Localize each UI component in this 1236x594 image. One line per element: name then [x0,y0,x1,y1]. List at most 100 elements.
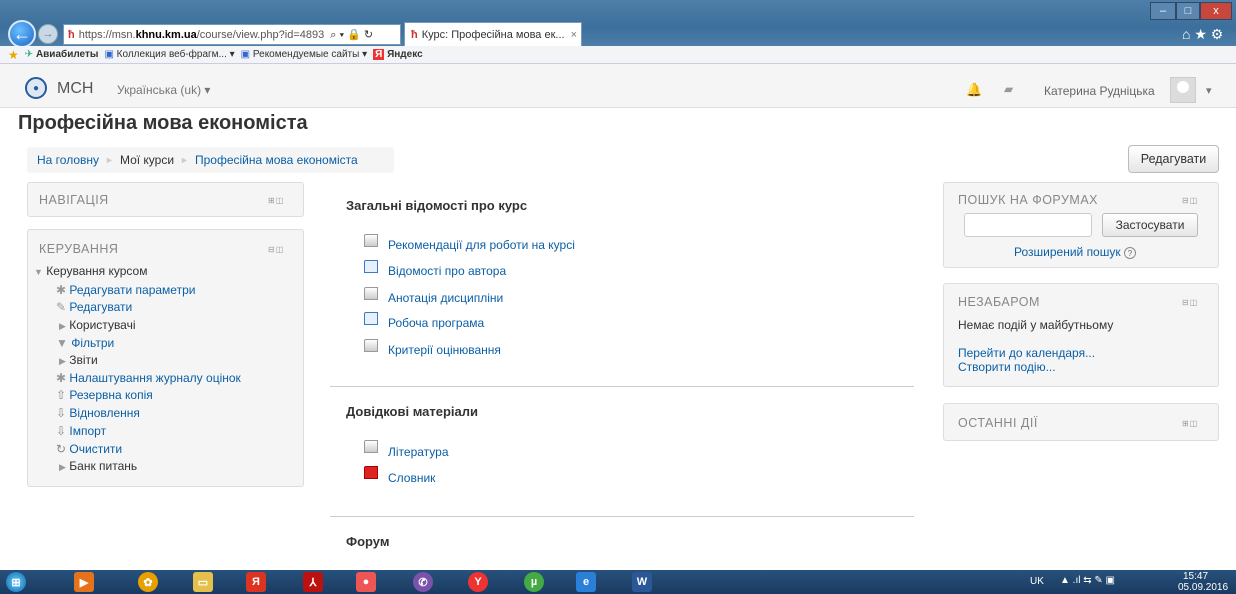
reset-icon: ↻ [56,442,67,456]
url-domain: khnu.km.ua [135,28,197,41]
taskbar [0,570,1236,594]
forward-arrow-icon[interactable]: → [38,24,58,44]
acrobat-icon[interactable]: ⅄ [303,572,323,592]
yandex-icon: Я [373,49,385,60]
activity-link[interactable]: Словник [388,471,435,485]
activity-link[interactable]: Робоча програма [388,316,484,330]
plane-icon: ✈ [24,49,34,60]
forum-search-input[interactable] [964,213,1092,237]
start-button-icon[interactable]: ⊞ [6,572,26,592]
activity-link[interactable]: Анотація дисципліни [388,291,503,305]
admin-item-filters[interactable]: ▼ Фільтри [56,336,114,350]
recent-activity-title[interactable]: ОСТАННІ ДІЇ [958,416,1038,430]
fav-item-yandex[interactable]: Я Яндекс [373,49,423,60]
fav-item-webslices[interactable]: ▣ Коллекция веб-фрагм... ▾ [104,49,234,60]
user-name[interactable]: Катерина Рудніцька [1044,84,1155,98]
administration-block-title: КЕРУВАННЯ [39,242,119,256]
browser-toolbar-icons[interactable]: ⌂ ★ ⚙ [1182,26,1223,43]
maximize-button[interactable]: □ [1176,2,1200,20]
admin-root-item[interactable]: ▼ Керування курсом [34,264,147,278]
tab-course[interactable]: ћ Курс: Професійна мова ек... × [404,22,582,46]
admin-item-edit[interactable]: ✎ Редагувати [56,300,132,314]
address-controls[interactable]: ⌕ ▾ 🔒 ↻ [330,28,373,42]
admin-item-question-bank[interactable]: ▶ Банк питань [59,459,137,473]
site-logo[interactable]: ● [25,77,47,99]
block-controls-icon[interactable]: ⊞◫ [268,196,292,206]
file-explorer-icon[interactable]: ▭ [193,572,213,592]
word-icon[interactable]: W [632,572,652,592]
block-controls-icon[interactable]: ⊟◫ [1182,196,1206,206]
activity-link[interactable]: Критерії оцінювання [388,343,501,357]
edit-button[interactable]: Редагувати [1128,145,1219,173]
language-indicator[interactable]: UK [1030,576,1044,587]
media-player-icon[interactable]: ▶ [74,572,94,592]
language-menu[interactable]: Українська (uk) ▾ [117,83,210,97]
activity-link[interactable]: Відомості про автора [388,264,506,278]
admin-item-settings[interactable]: ✱ Редагувати параметри [56,283,195,297]
favicon-icon: ћ [68,28,75,41]
go-to-calendar-link[interactable]: Перейти до календаря... [958,346,1095,360]
forum-search-button[interactable]: Застосувати [1102,213,1198,237]
new-event-link[interactable]: Створити подію... [958,360,1056,374]
forum-search-block: ПОШУК НА ФОРУМАХ ⊟◫ Застосувати Розширен… [943,182,1219,268]
viber-icon[interactable]: ✆ [413,572,433,592]
admin-item-reset[interactable]: ↻ Очистити [56,442,122,456]
section-title: Довідкові матеріали [346,404,479,419]
activity-link[interactable]: Література [388,445,449,459]
user-menu-caret[interactable]: ▾ [1206,84,1212,97]
upcoming-events-block: НЕЗАБАРОМ ⊟◫ Немає подій у майбутньому П… [943,283,1219,387]
ie-page-icon: ▣ [240,49,251,60]
system-tray-icons[interactable]: ▲ .ıl ⇆ ✎ ▣ [1060,575,1115,586]
yandex-browser-icon[interactable]: Я [246,572,266,592]
section-title: Загальні відомості про курс [346,198,528,213]
address-bar[interactable]: ћ https://msn. khnu.km.ua/course/view.php… [63,24,401,45]
internet-explorer-icon[interactable]: e [576,572,596,592]
breadcrumb-course[interactable]: Професійна мова економіста [195,153,358,167]
yandex-icon[interactable]: Y [468,572,488,592]
breadcrumb-my-courses[interactable]: Мої курси [120,153,174,167]
pencil-icon: ✎ [56,300,67,314]
expanded-arrow-icon: ▼ [34,267,43,277]
notifications-icon[interactable]: 🔔 [966,82,982,98]
tab-close-icon[interactable]: × [571,29,577,41]
collapsed-arrow-icon: ▶ [59,321,66,331]
navigation-block: НАВІГАЦІЯ ⊞◫ [27,182,304,217]
gear-icon: ✱ [56,371,67,385]
messages-icon[interactable]: ▰ [1004,82,1013,96]
section-title: Форум [346,534,390,549]
navigation-block-title[interactable]: НАВІГАЦІЯ [39,193,109,207]
download-icon: ⇩ [56,424,67,438]
utorrent-icon[interactable]: µ [524,572,544,592]
upload-icon: ⇧ [56,388,67,402]
admin-item-backup[interactable]: ⇧ Резервна копія [56,388,153,402]
help-icon[interactable]: ? [1123,247,1136,259]
block-controls-icon[interactable]: ⊟◫ [1182,298,1206,308]
block-controls-icon[interactable]: ⊞◫ [1182,419,1206,429]
minimize-button[interactable]: – [1150,2,1176,20]
activity-link[interactable]: Рекомендації для роботи на курсі [388,238,575,252]
advanced-search-link[interactable]: Розширений пошук ? [1014,245,1136,259]
back-arrow-icon[interactable]: ← [8,20,36,48]
block-controls-icon[interactable]: ⊟◫ [268,245,292,255]
section-divider [330,516,914,517]
photo-app-icon[interactable]: ● [356,572,376,592]
clock-time[interactable]: 15:47 [1183,571,1208,582]
tab-title: Курс: Професійна мова ек... [421,28,565,41]
close-window-button[interactable]: x [1200,2,1232,20]
site-name[interactable]: МСН [57,80,93,98]
fav-item-avia[interactable]: ✈ Авиабилеты [25,49,99,60]
favorites-star-icon[interactable]: ★ [8,48,19,62]
admin-item-gradebook-setup[interactable]: ✱ Налаштування журналу оцінок [56,371,241,385]
admin-item-users[interactable]: ▶ Користувачі [59,318,136,332]
clock-date[interactable]: 05.09.2016 [1178,582,1228,593]
avatar[interactable] [1170,77,1196,103]
fav-item-suggested[interactable]: ▣ Рекомендуемые сайты ▾ [241,49,367,60]
admin-item-import[interactable]: ⇩ Імпорт [56,424,106,438]
admin-item-reports[interactable]: ▶ Звіти [59,353,98,367]
breadcrumb-home[interactable]: На головну [37,153,99,167]
upcoming-title: НЕЗАБАРОМ [958,295,1040,309]
download-icon: ⇩ [56,406,67,420]
recent-activity-block: ОСТАННІ ДІЇ ⊞◫ [943,403,1219,441]
media-icon[interactable]: ✿ [138,572,158,592]
admin-item-restore[interactable]: ⇩ Відновлення [56,406,140,420]
